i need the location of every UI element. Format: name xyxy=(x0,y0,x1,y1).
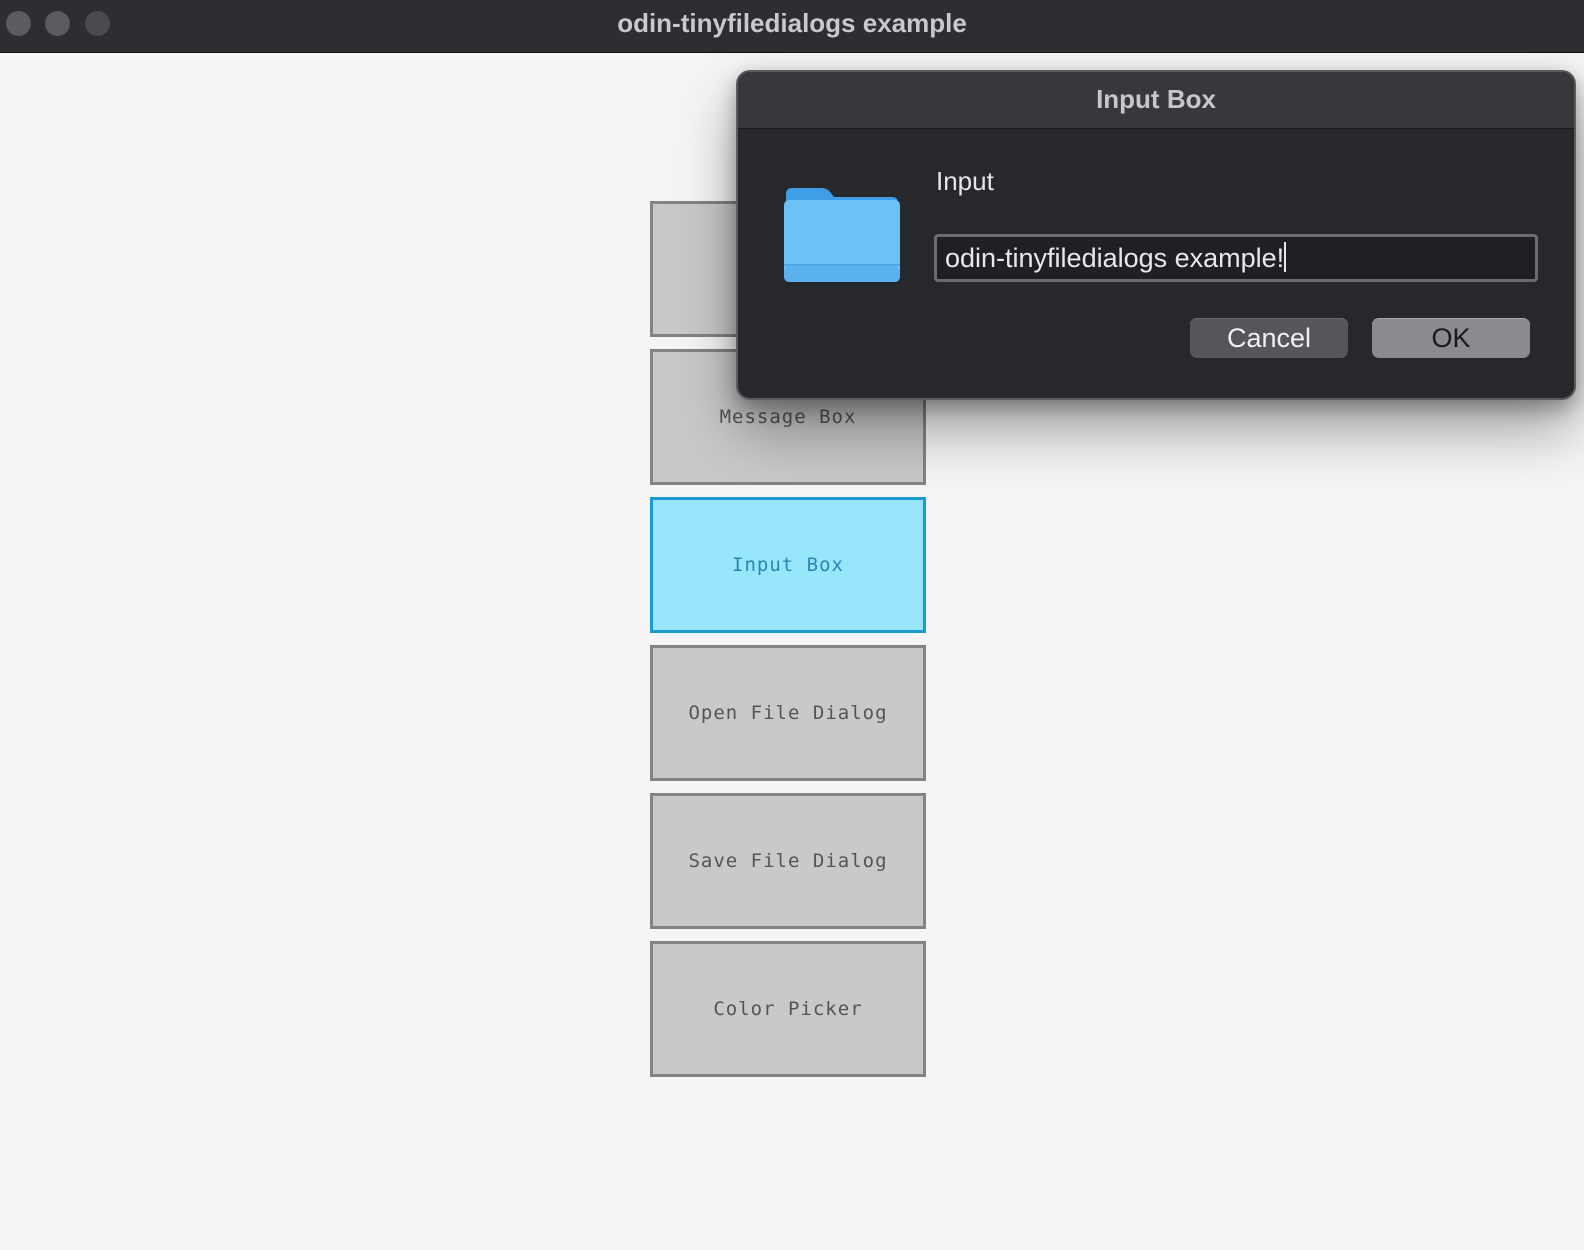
color-picker-button[interactable]: Color Picker xyxy=(650,941,926,1077)
input-box-button[interactable]: Input Box xyxy=(650,497,926,633)
ok-button[interactable]: OK xyxy=(1372,318,1530,358)
app-window: odin-tinyfiledialogs example Message Box… xyxy=(0,0,1584,1250)
dialog-title-bar[interactable]: Input Box xyxy=(738,72,1574,129)
save-file-dialog-button[interactable]: Save File Dialog xyxy=(650,793,926,929)
prompt-label: Input xyxy=(936,166,994,196)
open-file-dialog-button[interactable]: Open File Dialog xyxy=(650,645,926,781)
input-box-dialog: Input Box Input odin-tinyfiledialogs exa… xyxy=(736,70,1576,400)
cancel-button[interactable]: Cancel xyxy=(1190,318,1348,358)
window-title: odin-tinyfiledialogs example xyxy=(617,8,967,38)
text-caret xyxy=(1284,242,1287,272)
input-text-field[interactable]: odin-tinyfiledialogs example! xyxy=(934,234,1538,282)
dialog-title: Input Box xyxy=(1096,84,1216,114)
folder-icon xyxy=(784,188,900,282)
title-bar[interactable]: odin-tinyfiledialogs example xyxy=(0,0,1584,53)
input-text-value: odin-tinyfiledialogs example! xyxy=(945,243,1285,273)
